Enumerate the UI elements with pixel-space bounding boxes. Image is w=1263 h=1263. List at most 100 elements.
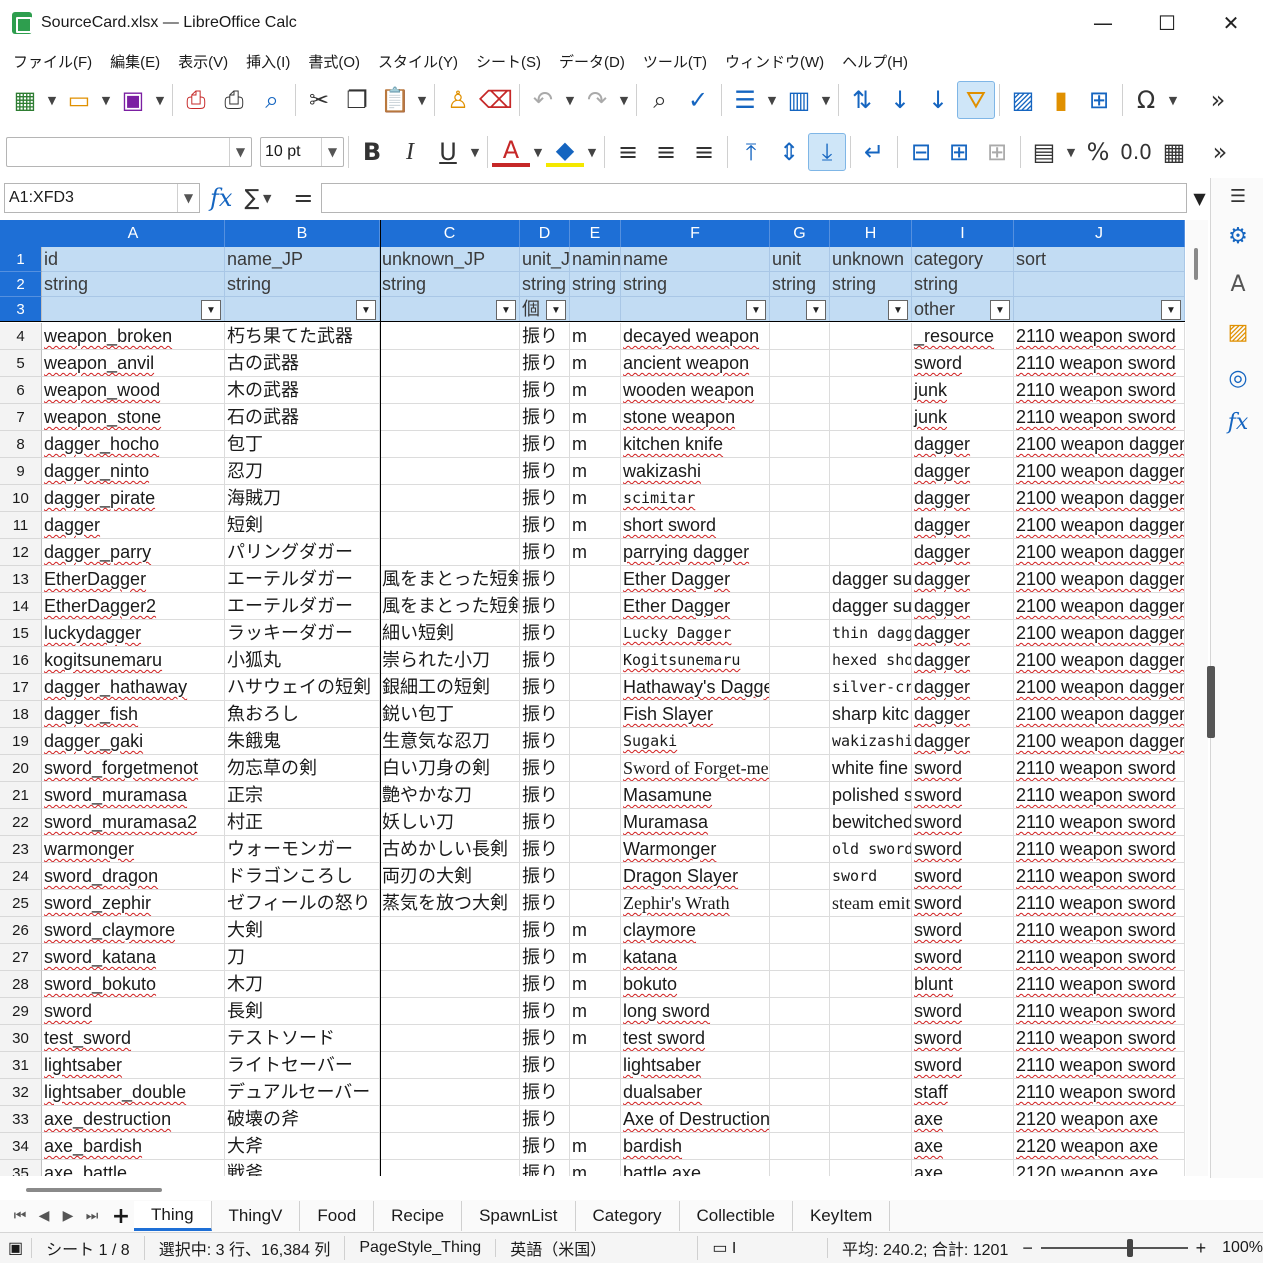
- row-header[interactable]: 14: [0, 593, 42, 620]
- cell-j13[interactable]: 2100 weapon dagger: [1014, 566, 1185, 593]
- cell-e2[interactable]: string: [570, 272, 621, 297]
- undo-dropdown-icon[interactable]: ▼: [562, 81, 578, 119]
- autofilter-dropdown-icon[interactable]: ▼: [1161, 300, 1181, 320]
- cell-f3[interactable]: ▼: [621, 297, 770, 322]
- select-all-corner[interactable]: [0, 220, 42, 247]
- function-wizard-icon[interactable]: fx: [210, 184, 232, 212]
- cell-b12[interactable]: パリングダガー: [225, 539, 380, 566]
- cell-c24[interactable]: 両刃の大剣: [380, 863, 520, 890]
- row-header[interactable]: 23: [0, 836, 42, 863]
- cell-a33[interactable]: axe_destruction: [42, 1106, 225, 1133]
- cell-f7[interactable]: stone weapon: [621, 404, 770, 431]
- cell-e15[interactable]: [570, 620, 621, 647]
- cell-d14[interactable]: 振り: [520, 593, 570, 620]
- cell-b14[interactable]: エーテルダガー: [225, 593, 380, 620]
- column-header-d[interactable]: D: [520, 220, 570, 247]
- decimal-format-button[interactable]: 0.0: [1117, 133, 1155, 171]
- menu-item[interactable]: スタイル(Y): [369, 51, 467, 72]
- cell-h19[interactable]: wakizashi: [830, 728, 912, 755]
- cell-j7[interactable]: 2110 weapon sword: [1014, 404, 1185, 431]
- cell-f21[interactable]: Masamune: [621, 782, 770, 809]
- cell-i31[interactable]: sword: [912, 1052, 1014, 1079]
- sheet-tab-category[interactable]: Category: [576, 1201, 680, 1231]
- cell-a15[interactable]: luckydagger: [42, 620, 225, 647]
- new-dropdown-icon[interactable]: ▼: [44, 81, 60, 119]
- column-header-a[interactable]: A: [42, 220, 225, 247]
- cell-f32[interactable]: dualsaber: [621, 1079, 770, 1106]
- cell-h25[interactable]: steam emit: [830, 890, 912, 917]
- cell-g13[interactable]: [770, 566, 830, 593]
- navigator-icon[interactable]: ◎: [1224, 364, 1252, 392]
- merge-cells-icon[interactable]: ⊞: [940, 133, 978, 171]
- cell-g32[interactable]: [770, 1079, 830, 1106]
- cell-a6[interactable]: weapon_wood: [42, 377, 225, 404]
- cell-b20[interactable]: 勿忘草の剣: [225, 755, 380, 782]
- cell-h18[interactable]: sharp kitc: [830, 701, 912, 728]
- row-header[interactable]: 19: [0, 728, 42, 755]
- cell-g34[interactable]: [770, 1133, 830, 1160]
- sheet-tab-recipe[interactable]: Recipe: [374, 1201, 463, 1231]
- cell-h6[interactable]: [830, 377, 912, 404]
- sheet-tab-thing[interactable]: Thing: [134, 1201, 212, 1231]
- row-header[interactable]: 15: [0, 620, 42, 647]
- previous-sheet-icon[interactable]: ◀: [32, 1208, 56, 1224]
- undo-icon[interactable]: ↶: [524, 81, 562, 119]
- row-header[interactable]: 6: [0, 377, 42, 404]
- row-header[interactable]: 10: [0, 485, 42, 512]
- cell-a32[interactable]: lightsaber_double: [42, 1079, 225, 1106]
- cell-e11[interactable]: m: [570, 512, 621, 539]
- cell-b26[interactable]: 大剣: [225, 917, 380, 944]
- chevron-down-icon[interactable]: ▼: [229, 138, 251, 166]
- chevron-down-icon[interactable]: ▼: [177, 184, 199, 212]
- sort-icon[interactable]: ⇅: [843, 81, 881, 119]
- cell-j1[interactable]: sort: [1014, 247, 1185, 272]
- cell-h10[interactable]: [830, 485, 912, 512]
- cell-h29[interactable]: [830, 998, 912, 1025]
- cell-b32[interactable]: デュアルセーバー: [225, 1079, 380, 1106]
- cell-a12[interactable]: dagger_parry: [42, 539, 225, 566]
- horizontal-scrollbar[interactable]: [0, 1180, 1210, 1200]
- cell-i27[interactable]: sword: [912, 944, 1014, 971]
- row-header[interactable]: 29: [0, 998, 42, 1025]
- cell-d16[interactable]: 振り: [520, 647, 570, 674]
- align-right-icon[interactable]: ≡: [685, 133, 723, 171]
- cell-j6[interactable]: 2110 weapon sword: [1014, 377, 1185, 404]
- cell-h16[interactable]: hexed shor: [830, 647, 912, 674]
- cell-c32[interactable]: [380, 1079, 520, 1106]
- cell-e14[interactable]: [570, 593, 621, 620]
- cell-j25[interactable]: 2110 weapon sword: [1014, 890, 1185, 917]
- formula-input[interactable]: [321, 183, 1188, 213]
- cell-i30[interactable]: sword: [912, 1025, 1014, 1052]
- highlight-color-icon[interactable]: ◆: [546, 136, 584, 167]
- clear-formatting-icon[interactable]: ⌫: [477, 81, 515, 119]
- cell-a23[interactable]: warmonger: [42, 836, 225, 863]
- cell-c9[interactable]: [380, 458, 520, 485]
- cell-c14[interactable]: 風をまとった短剣: [380, 593, 520, 620]
- unmerge-cells-icon[interactable]: ⊞: [978, 133, 1016, 171]
- cell-h20[interactable]: white fine: [830, 755, 912, 782]
- row-header[interactable]: 35: [0, 1160, 42, 1176]
- cell-d11[interactable]: 振り: [520, 512, 570, 539]
- cell-d35[interactable]: 振り: [520, 1160, 570, 1176]
- cell-g25[interactable]: [770, 890, 830, 917]
- minimize-button[interactable]: —: [1071, 0, 1135, 46]
- cell-d6[interactable]: 振り: [520, 377, 570, 404]
- cell-d7[interactable]: 振り: [520, 404, 570, 431]
- cell-g14[interactable]: [770, 593, 830, 620]
- cell-d30[interactable]: 振り: [520, 1025, 570, 1052]
- cell-f16[interactable]: Kogitsunemaru: [621, 647, 770, 674]
- cell-g4[interactable]: [770, 323, 830, 350]
- scroll-thumb[interactable]: [26, 1188, 162, 1192]
- cell-e16[interactable]: [570, 647, 621, 674]
- cell-j5[interactable]: 2110 weapon sword: [1014, 350, 1185, 377]
- cell-g9[interactable]: [770, 458, 830, 485]
- cell-c22[interactable]: 妖しい刀: [380, 809, 520, 836]
- cell-i8[interactable]: dagger: [912, 431, 1014, 458]
- cell-f17[interactable]: Hathaway's Dagger: [621, 674, 770, 701]
- special-character-icon[interactable]: Ω: [1127, 81, 1165, 119]
- column-header-j[interactable]: J: [1014, 220, 1185, 247]
- row-header[interactable]: 9: [0, 458, 42, 485]
- cell-c35[interactable]: [380, 1160, 520, 1176]
- cell-f4[interactable]: decayed weapon: [621, 323, 770, 350]
- cell-h9[interactable]: [830, 458, 912, 485]
